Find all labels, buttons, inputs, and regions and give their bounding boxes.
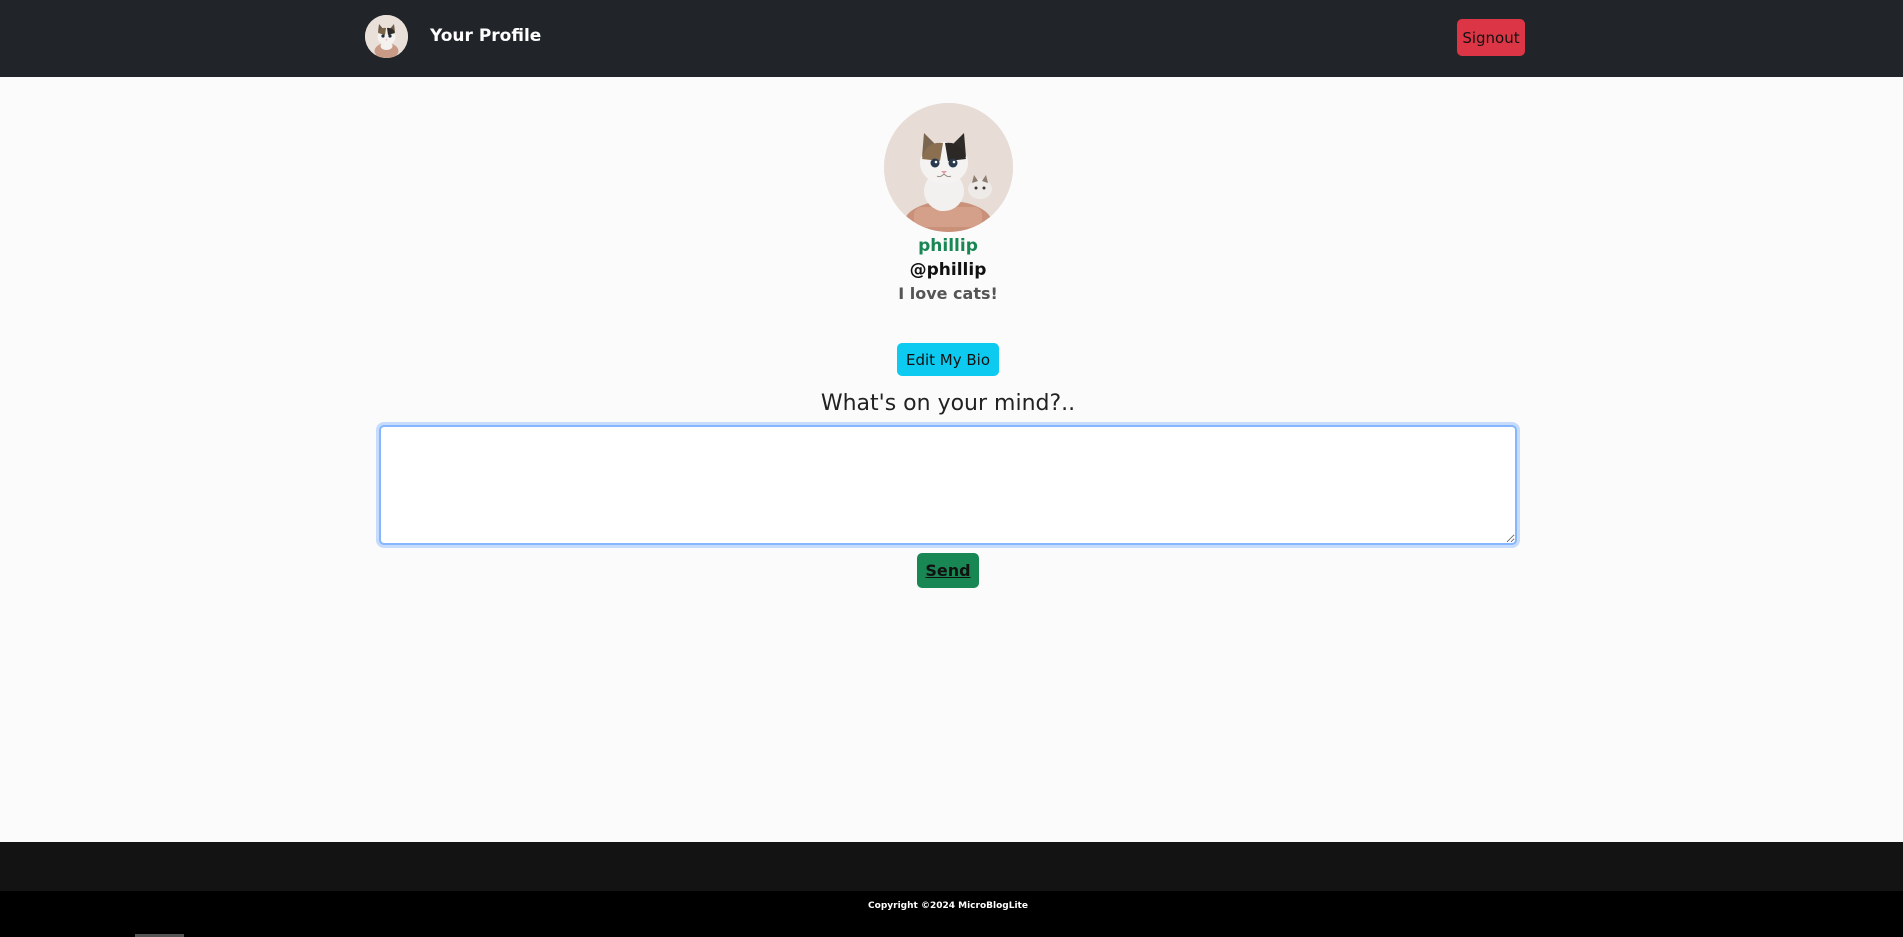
page-title: Your Profile (430, 26, 542, 46)
cat-avatar-icon (884, 103, 1013, 232)
username: @phillip (909, 260, 987, 280)
cat-avatar-icon[interactable] (365, 15, 408, 58)
display-name: phillip (918, 236, 978, 256)
send-button[interactable]: Send (917, 553, 979, 588)
post-prompt: What's on your mind?.. (820, 391, 1076, 416)
signout-button[interactable]: Signout (1457, 19, 1525, 56)
bio-text: I love cats! (898, 284, 998, 303)
navbar: Your Profile Signout (0, 0, 1903, 77)
footer-band (0, 842, 1903, 891)
post-textarea[interactable] (379, 425, 1517, 545)
copyright-text: Copyright ©2024 MicroBlogLite (868, 901, 1028, 911)
footer-bar: Copyright ©2024 MicroBlogLite (0, 891, 1903, 937)
edit-bio-button[interactable]: Edit My Bio (897, 343, 999, 376)
